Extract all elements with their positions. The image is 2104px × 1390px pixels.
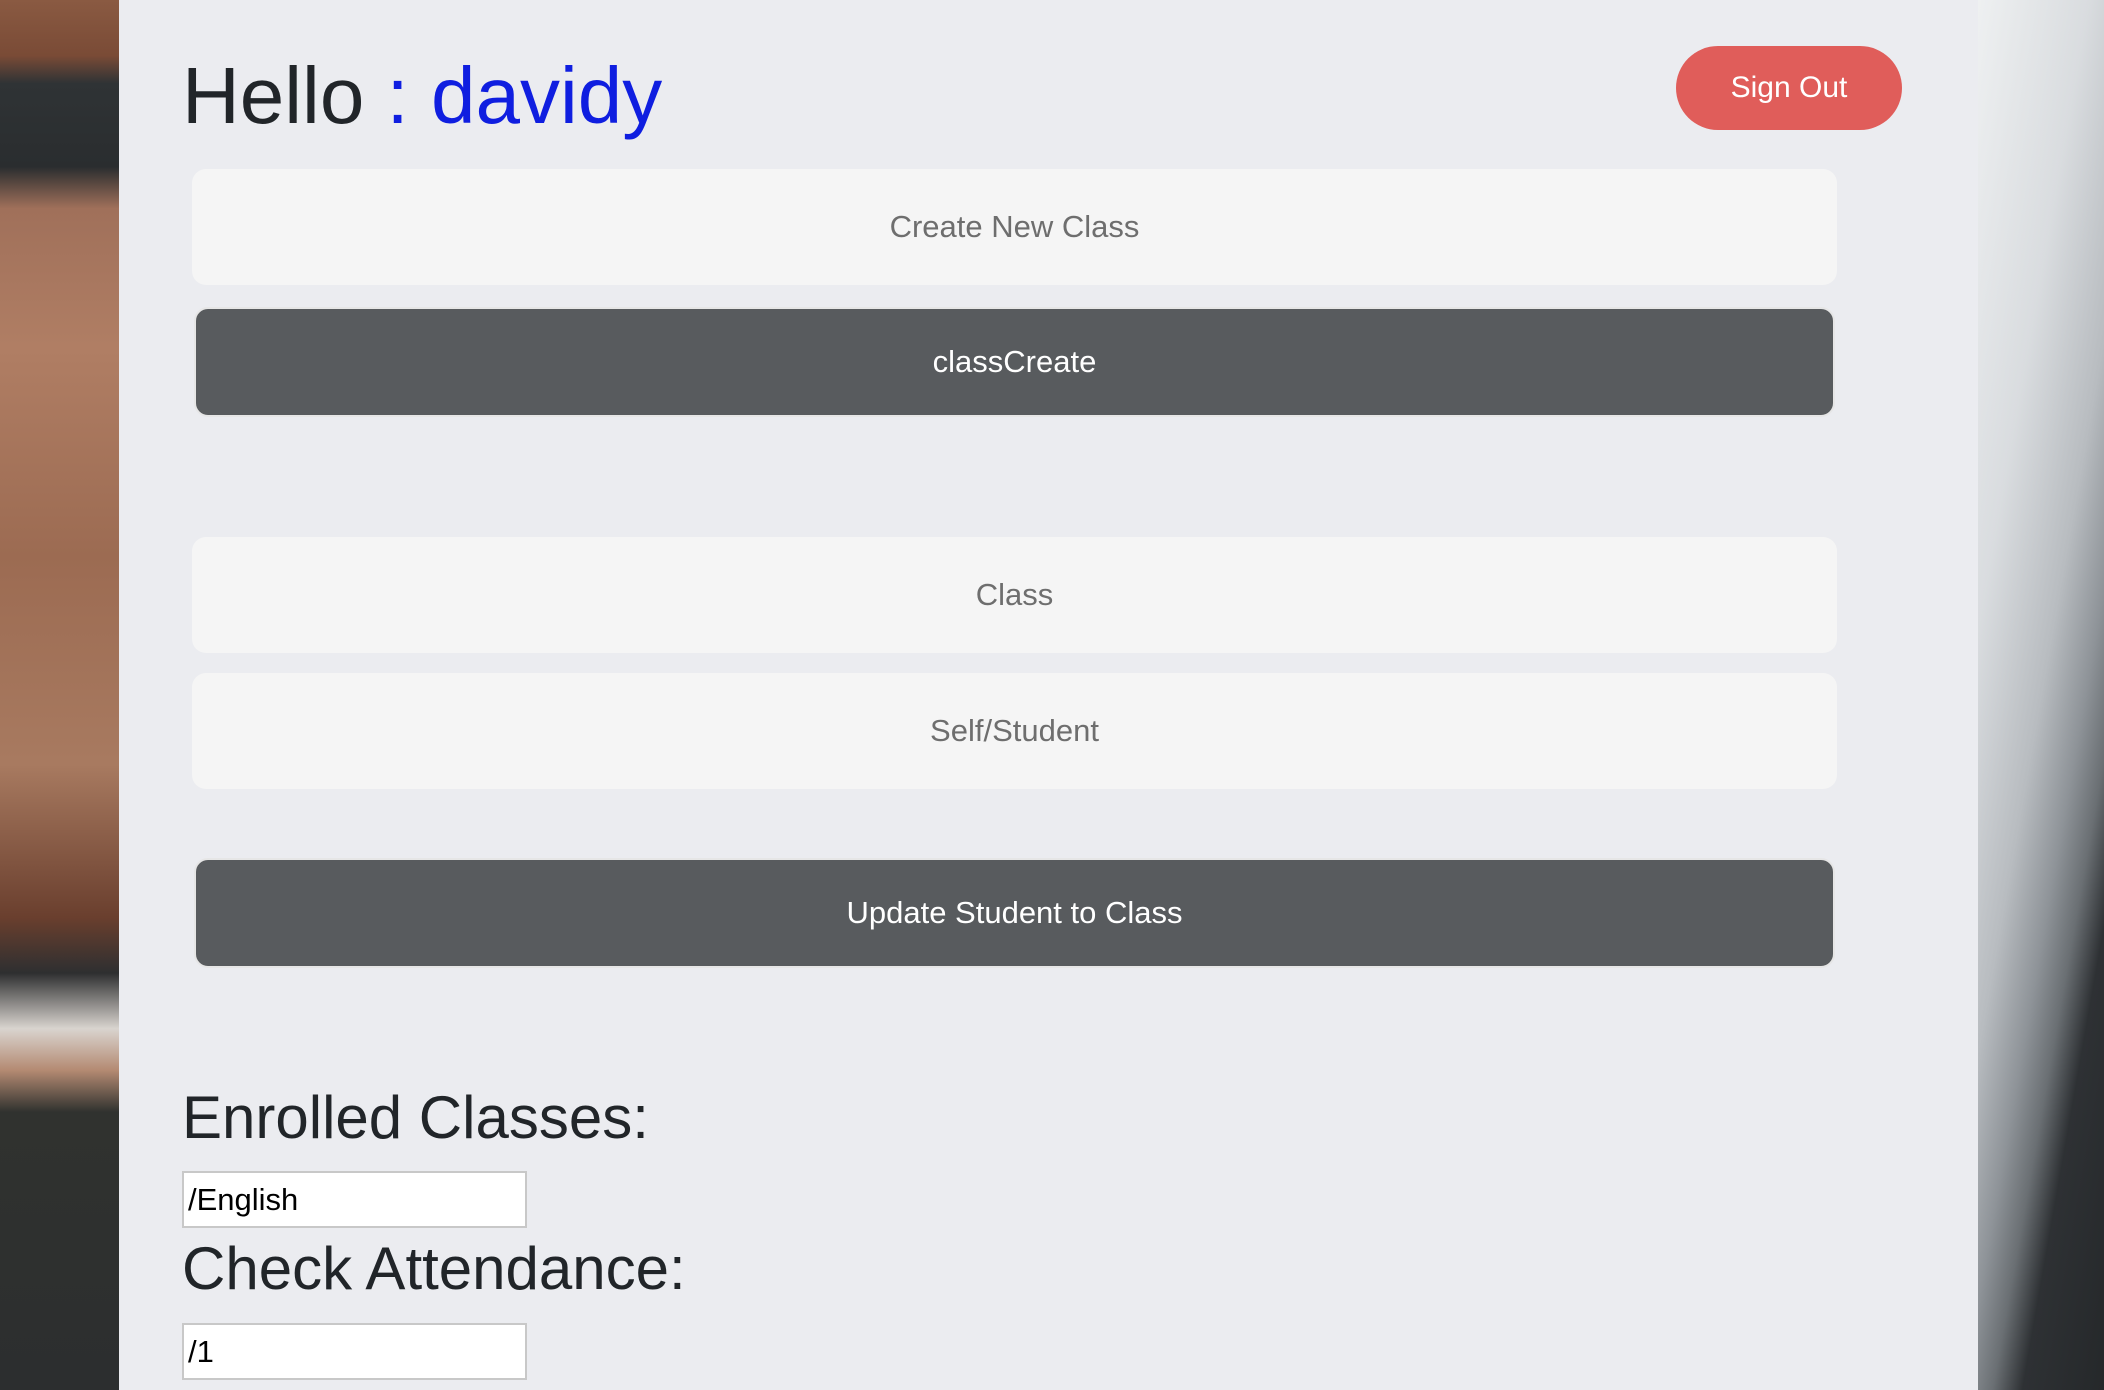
check-attendance-heading: Check Attendance: [182, 1235, 686, 1302]
sign-out-button[interactable]: Sign Out [1676, 46, 1902, 130]
background-photo-left [0, 0, 119, 1390]
enrolled-classes-heading: Enrolled Classes: [182, 1084, 649, 1151]
username: : davidy [386, 51, 663, 140]
create-class-input[interactable]: Create New Class [192, 169, 1837, 285]
enrolled-classes-field[interactable]: /English [182, 1171, 527, 1228]
student-input[interactable]: Self/Student [192, 673, 1837, 789]
background-photo-right [1978, 0, 2104, 1390]
class-input[interactable]: Class [192, 537, 1837, 653]
check-attendance-field[interactable]: /1 [182, 1323, 527, 1380]
main-panel: Hello : davidy Sign Out Create New Class… [119, 0, 1978, 1390]
greeting-heading: Hello : davidy [182, 50, 662, 142]
greeting-text: Hello [182, 51, 365, 140]
class-create-button[interactable]: classCreate [194, 307, 1835, 417]
update-student-button[interactable]: Update Student to Class [194, 858, 1835, 968]
